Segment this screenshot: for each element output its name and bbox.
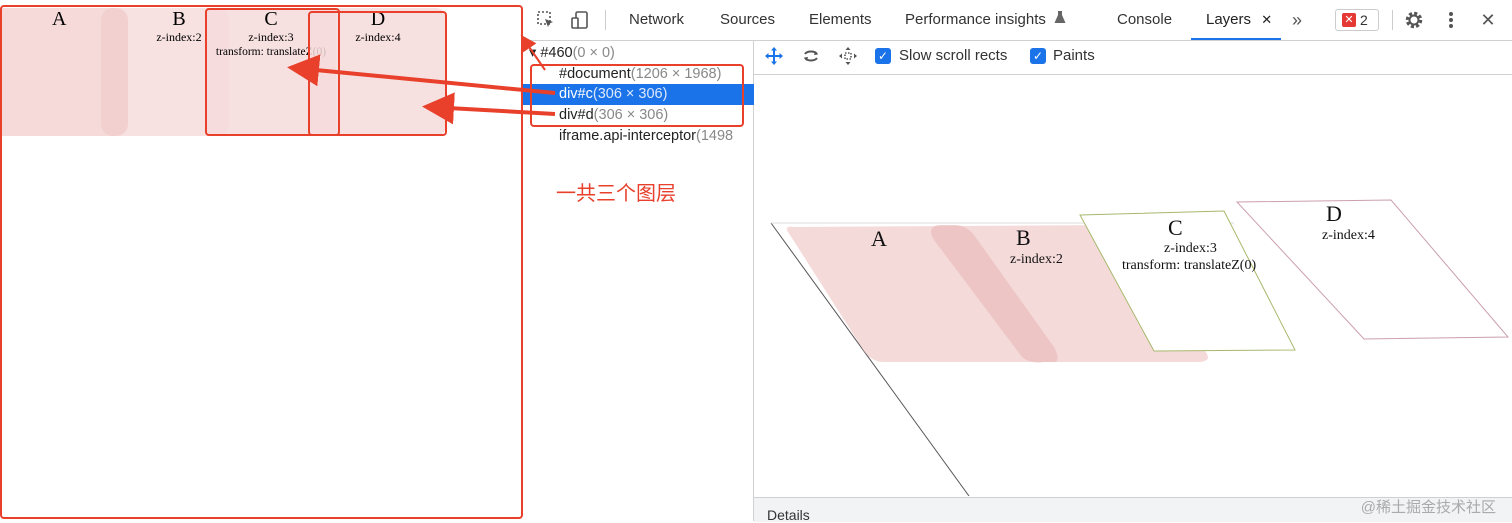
tab-layers[interactable]: Layers ✕ [1191, 0, 1281, 40]
toolbar-divider [605, 10, 606, 30]
tree-row-dims: (1498 [696, 128, 734, 144]
more-tabs-icon[interactable]: » [1292, 0, 1302, 40]
layer-tree: ▾ #460(0 × 0) #document(1206 × 1968) div… [523, 40, 754, 521]
layer-d-zindex: z-index:4 [1322, 228, 1375, 243]
layers-outline [530, 64, 744, 127]
tree-row-name: iframe.api-interceptor [559, 128, 696, 144]
slow-scroll-rects-label: Slow scroll rects [899, 47, 1008, 64]
reset-transform-icon[interactable] [837, 46, 859, 68]
tab-layers-label: Layers [1206, 11, 1252, 28]
layer-c-transform: transform: translateZ(0) [1122, 258, 1256, 273]
layer-c-letter: C [1168, 215, 1183, 240]
kebab-menu-icon[interactable] [1439, 8, 1463, 32]
watermark: @稀土掘金技术社区 [1360, 499, 1496, 516]
page-preview: A B z-index:2 C z-index:3 transform: tra… [0, 0, 523, 521]
gear-icon[interactable] [1402, 8, 1426, 32]
paints-label: Paints [1053, 47, 1095, 64]
devtools-toolbar: Network Sources Elements Performance ins… [523, 0, 1512, 41]
device-toolbar-icon[interactable] [568, 8, 592, 32]
paints-checkbox[interactable]: ✓ [1030, 48, 1046, 64]
devtools-panel: Network Sources Elements Performance ins… [523, 0, 1512, 523]
tab-network[interactable]: Network [629, 0, 684, 40]
toolbar-divider-2 [1392, 10, 1393, 30]
tree-row-iframe[interactable]: iframe.api-interceptor(1498 [523, 126, 754, 147]
layer-b-zindex: z-index:2 [1010, 252, 1063, 267]
close-devtools-icon[interactable]: ✕ [1476, 8, 1500, 32]
tab-console[interactable]: Console [1117, 0, 1172, 40]
pan-mode-icon[interactable] [763, 46, 785, 68]
inspect-element-icon[interactable] [534, 8, 558, 32]
error-count: 2 [1360, 12, 1368, 28]
layers-3d-svg[interactable]: A B z-index:2 C z-index:3 transform: tra… [754, 75, 1512, 496]
box-d-outline [308, 11, 447, 136]
tab-elements[interactable]: Elements [809, 0, 872, 40]
tree-row-dims: (0 × 0) [572, 45, 615, 61]
chevron-down-icon[interactable]: ▾ [529, 45, 536, 61]
layers-toolbar: ✓ Slow scroll rects ✓ Paints [754, 40, 1512, 75]
error-count-badge[interactable]: ✕ 2 [1335, 9, 1379, 31]
rotate-mode-icon[interactable] [800, 46, 822, 68]
tree-row-root[interactable]: ▾ #460(0 × 0) [523, 43, 754, 64]
tree-row-name: #460 [540, 45, 573, 61]
flask-icon [1054, 0, 1066, 40]
layer-b-letter: B [1016, 225, 1031, 250]
close-icon[interactable]: ✕ [1261, 12, 1272, 27]
error-icon: ✕ [1342, 13, 1356, 27]
layers-3d-view[interactable]: A B z-index:2 C z-index:3 transform: tra… [754, 75, 1512, 496]
tab-sources[interactable]: Sources [720, 0, 775, 40]
tab-performance-insights[interactable]: Performance insights [905, 0, 1066, 40]
slow-scroll-rects-checkbox[interactable]: ✓ [875, 48, 891, 64]
layer-count-annotation: 一共三个图层 [556, 183, 676, 205]
tab-performance-insights-label: Performance insights [905, 11, 1046, 28]
layer-a-letter: A [871, 226, 887, 251]
layer-d-letter: D [1326, 201, 1342, 226]
layer-c-zindex: z-index:3 [1164, 241, 1217, 256]
